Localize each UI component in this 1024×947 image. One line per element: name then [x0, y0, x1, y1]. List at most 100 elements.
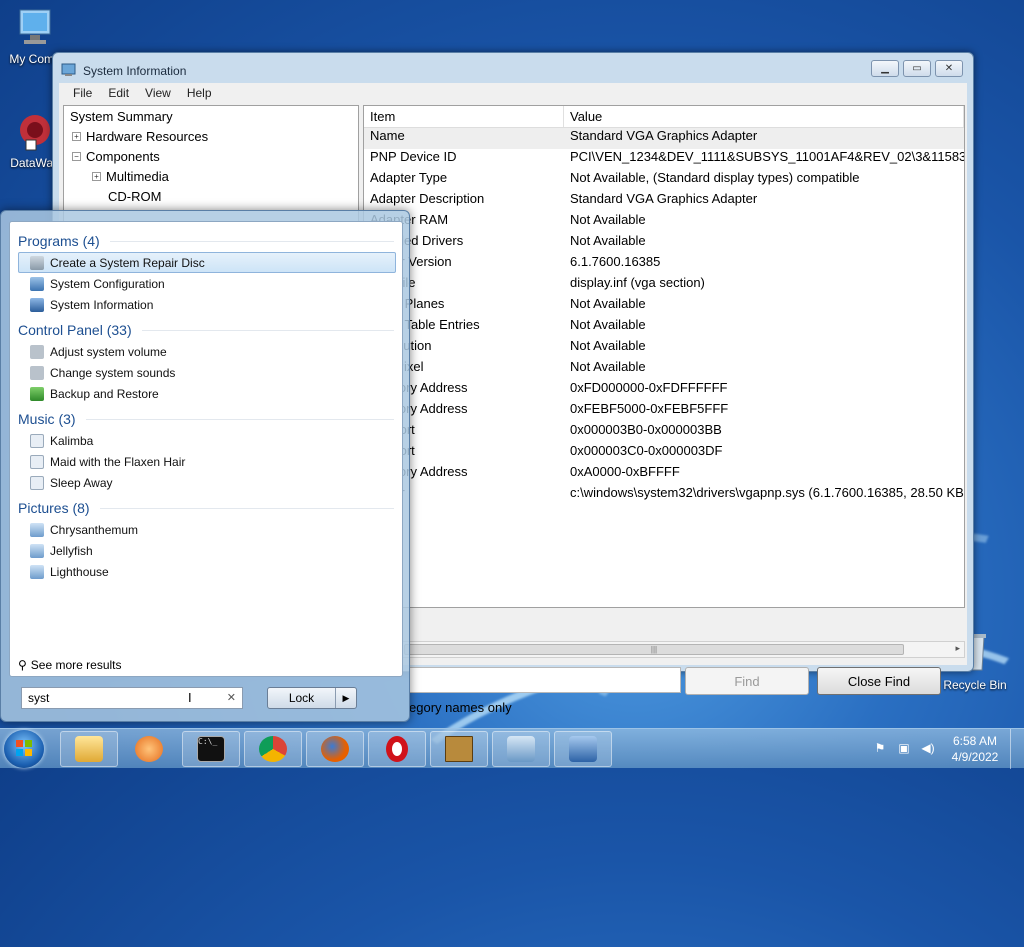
result-system-information[interactable]: System Information: [10, 294, 402, 315]
column-header-value[interactable]: Value: [564, 106, 964, 127]
result-jellyfish[interactable]: Jellyfish: [10, 540, 402, 561]
table-row[interactable]: Driverc:\windows\system32\drivers\vgapnp…: [364, 485, 964, 506]
table-row[interactable]: Driver Version 6.1.7600.16385: [364, 254, 964, 275]
music-file-icon: [30, 475, 44, 490]
network-icon[interactable]: ▣: [896, 741, 912, 757]
maximize-button[interactable]: ▭: [903, 60, 931, 77]
collapse-icon[interactable]: −: [72, 151, 81, 161]
minimize-button[interactable]: ▁: [871, 60, 899, 77]
table-row[interactable]: PNP Device ID PCI\VEN_1234&DEV_1111&SUBSY…: [364, 149, 964, 170]
result-maid-with-the-flaxen-hair[interactable]: Maid with the Flaxen Hair: [10, 451, 402, 472]
result-label: System Configuration: [50, 276, 165, 291]
taskbar-control-panel[interactable]: [492, 731, 550, 767]
window-title-bar[interactable]: System Information: [61, 60, 186, 82]
window-title: System Information: [83, 64, 187, 78]
menu-help[interactable]: Help: [179, 86, 220, 100]
windows-logo-icon: [16, 740, 32, 756]
menu-view[interactable]: View: [137, 86, 179, 100]
menu-file[interactable]: File: [65, 86, 100, 100]
close-find-button[interactable]: Close Find: [817, 667, 941, 695]
cell-value: Not Available: [570, 359, 646, 374]
scroll-right-icon[interactable]: ▸: [955, 643, 960, 654]
find-button[interactable]: Find: [685, 667, 809, 695]
group-pictures[interactable]: Pictures (8): [10, 497, 402, 519]
tree-item-system-summary[interactable]: System Summary: [64, 106, 358, 126]
table-row[interactable]: Bits/PixelNot Available: [364, 359, 964, 380]
system-configuration-icon: [30, 276, 44, 291]
group-music[interactable]: Music (3): [10, 408, 402, 430]
table-row[interactable]: ResolutionNot Available: [364, 338, 964, 359]
column-header-item[interactable]: Item: [364, 106, 564, 127]
taskbar-firefox[interactable]: [306, 731, 364, 767]
table-row[interactable]: Adapter RAMNot Available: [364, 212, 964, 233]
find-what-input[interactable]: [409, 667, 681, 693]
search-category-names-only-label[interactable]: egory names only: [409, 700, 512, 715]
horizontal-scrollbar[interactable]: ◂ ||| ▸: [363, 641, 965, 658]
result-label: Jellyfish: [50, 543, 93, 558]
details-list[interactable]: Item Value Name Standard VGA Graphics Ada…: [363, 105, 965, 608]
scroll-thumb[interactable]: |||: [404, 644, 904, 655]
table-row[interactable]: Color PlanesNot Available: [364, 296, 964, 317]
folder-icon: [75, 736, 103, 762]
taskbar-dosbox[interactable]: [430, 731, 488, 767]
result-sleep-away[interactable]: Sleep Away: [10, 472, 402, 493]
tree-item-components[interactable]: − Components: [64, 146, 358, 166]
taskbar-chrome[interactable]: [244, 731, 302, 767]
result-label: Change system sounds: [50, 365, 176, 380]
volume-icon[interactable]: ◀): [920, 741, 936, 757]
result-kalimba[interactable]: Kalimba: [10, 430, 402, 451]
search-text: syst: [28, 691, 50, 705]
expand-icon[interactable]: +: [72, 131, 81, 141]
group-programs[interactable]: Programs (4): [10, 230, 402, 252]
music-file-icon: [30, 433, 44, 448]
action-center-icon[interactable]: ⚑: [872, 741, 888, 757]
clock[interactable]: 6:58 AM 4/9/2022: [940, 733, 1010, 765]
result-lighthouse[interactable]: Lighthouse: [10, 561, 402, 582]
menu-edit[interactable]: Edit: [100, 86, 137, 100]
table-row[interactable]: Memory Address 0xA0000-0xBFFFF: [364, 464, 964, 485]
tree-item-multimedia[interactable]: + Multimedia: [64, 166, 358, 186]
taskbar-media-player[interactable]: [120, 731, 178, 767]
tree-item-label: Hardware Resources: [86, 128, 209, 144]
backup-restore-icon: [30, 386, 44, 401]
table-row[interactable]: Installed Drivers Not Available: [364, 233, 964, 254]
group-control-panel[interactable]: Control Panel (33): [10, 319, 402, 341]
close-button[interactable]: ✕: [935, 60, 963, 77]
notification-area: ⚑ ▣ ◀) 6:58 AM 4/9/2022: [868, 729, 1024, 769]
table-row[interactable]: Color Table Entries Not Available: [364, 317, 964, 338]
cell-value: c:\windows\system32\drivers\vgapnp.sys (…: [570, 485, 964, 500]
clear-search-icon[interactable]: ✕: [227, 691, 236, 704]
group-title: Programs (4): [18, 233, 100, 249]
start-search-input[interactable]: syst I ✕: [21, 687, 243, 709]
table-row[interactable]: Adapter Description Standard VGA Graphics…: [364, 191, 964, 212]
taskbar-cmd[interactable]: C:\_: [182, 731, 240, 767]
table-row[interactable]: Adapter Type Not Available, (Standard dis…: [364, 170, 964, 191]
result-backup-and-restore[interactable]: Backup and Restore: [10, 383, 402, 404]
control-panel-icon: [507, 736, 535, 762]
show-desktop-button[interactable]: [1010, 729, 1024, 769]
cell-value: 6.1.7600.16385: [570, 254, 661, 269]
see-more-label: See more results: [30, 658, 122, 672]
see-more-results-link[interactable]: ⚲ See more results: [18, 658, 122, 672]
table-row[interactable]: Memory Address 0xFEBF5000-0xFEBF5FFF: [364, 401, 964, 422]
result-chrysanthemum[interactable]: Chrysanthemum: [10, 519, 402, 540]
start-button[interactable]: [4, 730, 44, 768]
result-create-system-repair-disc[interactable]: Create a System Repair Disc: [18, 252, 396, 273]
table-row[interactable]: I/O Port0x000003C0-0x000003DF: [364, 443, 964, 464]
picture-file-icon: [30, 543, 44, 558]
table-row[interactable]: Memory Address 0xFD000000-0xFDFFFFFF: [364, 380, 964, 401]
taskbar-opera[interactable]: [368, 731, 426, 767]
result-change-system-sounds[interactable]: Change system sounds: [10, 362, 402, 383]
taskbar-explorer[interactable]: [60, 731, 118, 767]
table-row[interactable]: Name Standard VGA Graphics Adapter: [364, 128, 964, 149]
table-row[interactable]: INF Filedisplay.inf (vga section): [364, 275, 964, 296]
lock-button[interactable]: Lock: [268, 688, 336, 708]
taskbar-system-information[interactable]: [554, 731, 612, 767]
result-adjust-system-volume[interactable]: Adjust system volume: [10, 341, 402, 362]
result-system-configuration[interactable]: System Configuration: [10, 273, 402, 294]
tree-item-hardware-resources[interactable]: + Hardware Resources: [64, 126, 358, 146]
tree-item-cd-rom[interactable]: CD-ROM: [64, 186, 358, 206]
expand-icon[interactable]: +: [92, 171, 101, 181]
power-options-arrow-icon[interactable]: ▶: [336, 688, 356, 708]
table-row[interactable]: I/O Port0x000003B0-0x000003BB: [364, 422, 964, 443]
